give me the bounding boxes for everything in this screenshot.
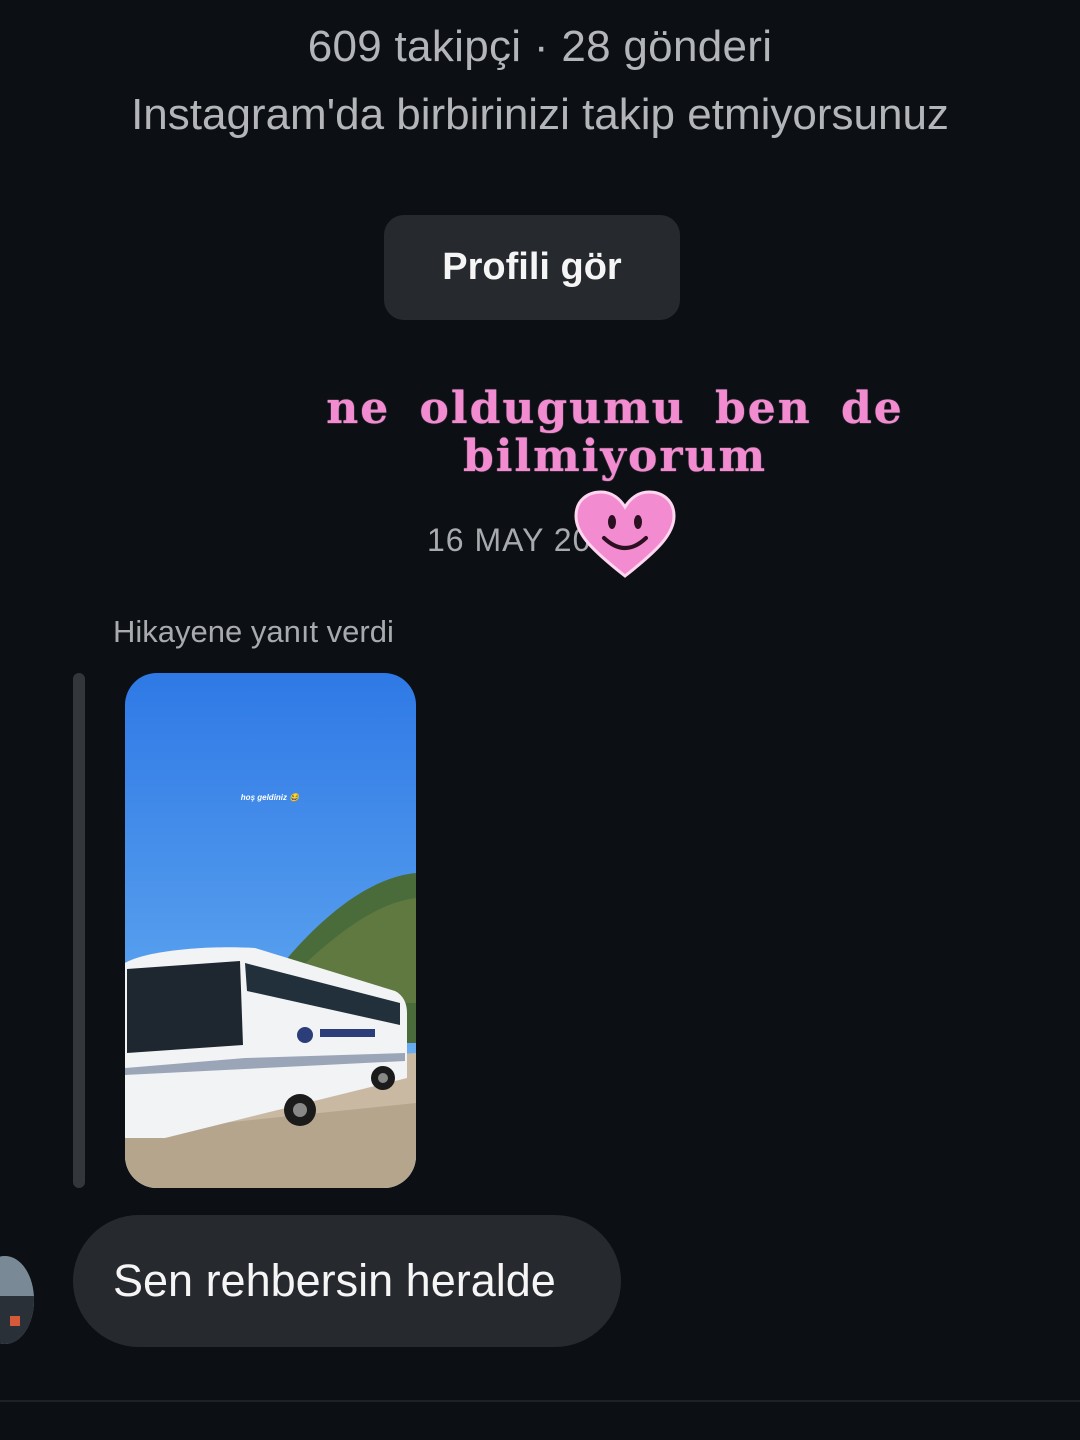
sticker-line-2: bilmiyorum	[462, 431, 768, 482]
view-profile-button[interactable]: Profili gör	[384, 215, 680, 320]
smiley-heart-icon	[572, 488, 678, 580]
follow-status-note: Instagram'da birbirinizi takip etmiyorsu…	[131, 90, 949, 139]
message-text: Sen rehbersin heralde	[113, 1255, 556, 1306]
story-thumbnail[interactable]: hoş geldiniz 😂	[125, 673, 416, 1188]
date-stamp: 16 MAY 20	[427, 522, 592, 558]
story-reply-label: Hikayene yanıt verdi	[113, 614, 394, 649]
reply-indicator-bar	[73, 673, 85, 1188]
sticker-line-1: ne oldugumu ben de	[326, 383, 904, 434]
message-bubble[interactable]: Sen rehbersin heralde	[73, 1215, 621, 1347]
divider	[0, 1400, 1080, 1402]
story-caption: hoş geldiniz 😂	[241, 793, 301, 802]
text-sticker: ne oldugumu ben de bilmiyorum	[300, 385, 930, 481]
profile-stats: 609 takipçi · 28 gönderi	[307, 22, 773, 71]
avatar[interactable]	[0, 1256, 34, 1344]
